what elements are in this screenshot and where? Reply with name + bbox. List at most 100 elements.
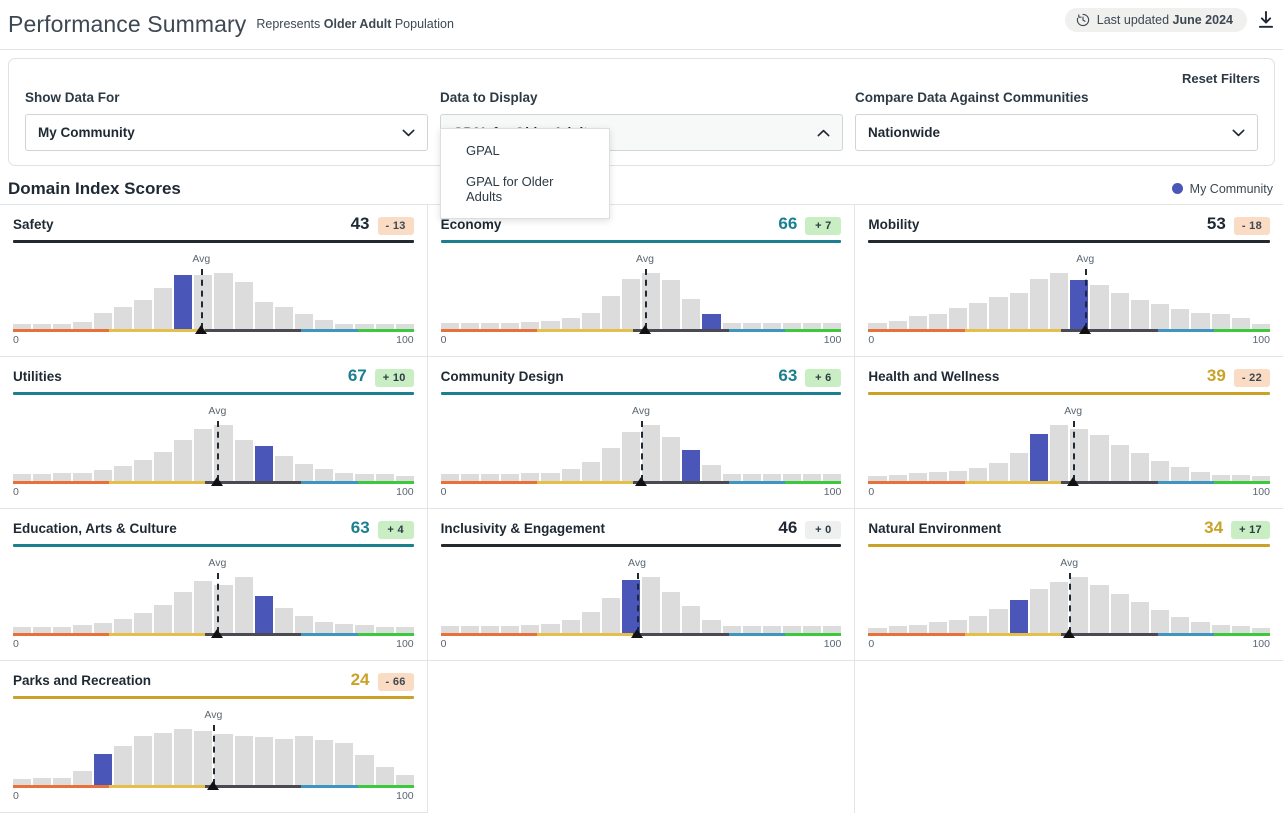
scale-segment (357, 481, 414, 484)
avg-marker-triangle (1063, 629, 1076, 638)
domain-card[interactable]: Utilities 67 + 10 Avg 0 100 (0, 357, 428, 509)
scale-segment (785, 329, 842, 332)
histogram-bar-my-community (254, 446, 273, 481)
domain-card[interactable]: Safety 43 - 13 Avg 0 100 (0, 205, 428, 357)
domain-card[interactable]: Inclusivity & Engagement 46 + 0 Avg 0 100 (427, 509, 856, 661)
axis-min: 0 (13, 334, 19, 346)
domain-rule (13, 696, 414, 699)
histogram-bar (682, 606, 701, 633)
section-header: Domain Index Scores My Community (0, 174, 1283, 200)
histogram-bar (1130, 300, 1149, 329)
reset-filters-link[interactable]: Reset Filters (1182, 71, 1260, 86)
histogram-bar (662, 437, 681, 481)
legend-dot-my-community (1171, 183, 1183, 194)
domain-name: Economy (440, 217, 502, 232)
domain-name: Community Design (440, 369, 564, 384)
histogram-bar (214, 273, 233, 329)
download-icon[interactable] (1257, 10, 1275, 30)
axis-max: 100 (396, 790, 414, 802)
histogram-bar (1110, 594, 1129, 633)
domain-card[interactable]: Parks and Recreation 24 - 66 Avg 0 100 (0, 661, 428, 813)
scale-segment (729, 329, 786, 332)
histogram-bar (702, 465, 721, 481)
domain-card-header: Education, Arts & Culture 63 + 4 (13, 518, 414, 539)
scale-segment (109, 329, 206, 332)
histogram-bar (581, 313, 600, 329)
domain-card[interactable]: Economy 66 + 7 Avg 0 100 (427, 205, 856, 357)
scale-segment (1213, 329, 1270, 332)
compare-against-label: Compare Data Against Communities (855, 90, 1089, 105)
page-subtitle-pre: Represents (256, 17, 324, 31)
last-updated-prefix: Last updated (1096, 13, 1173, 27)
avg-label: Avg (208, 557, 227, 569)
histogram-bar (1130, 602, 1149, 633)
avg-marker-triangle (1067, 477, 1080, 486)
domain-name: Safety (13, 217, 54, 232)
scale-segment (1157, 633, 1214, 636)
domain-name: Education, Arts & Culture (13, 521, 177, 536)
histogram-bar (1191, 472, 1210, 481)
domain-score: 53 (1206, 214, 1226, 233)
scale-segment (109, 481, 206, 484)
scale-segment (205, 785, 302, 788)
histogram-bar (1211, 625, 1230, 633)
compare-against-select[interactable]: Nationwide (855, 114, 1258, 151)
domain-card-header: Community Design 63 + 6 (441, 366, 842, 387)
scale-segment (357, 329, 414, 332)
histogram-bar (949, 471, 968, 481)
x-axis-labels: 0 100 (13, 790, 414, 802)
histogram-bars (13, 271, 414, 329)
histogram-bar (823, 626, 842, 633)
domain-card-header: Safety 43 - 13 (13, 214, 414, 235)
histogram-bar (1211, 314, 1230, 329)
histogram-bar (908, 316, 927, 329)
dropdown-option-gpal[interactable]: GPAL (441, 135, 609, 166)
histogram-bar (133, 736, 152, 785)
scale-segment (109, 785, 206, 788)
domain-card[interactable]: Natural Environment 34 + 17 Avg 0 100 (855, 509, 1283, 661)
domain-card-header: Utilities 67 + 10 (13, 366, 414, 387)
avg-marker-triangle (211, 477, 224, 486)
x-axis-labels: 0 100 (13, 334, 414, 346)
show-data-for-select[interactable]: My Community (25, 114, 428, 151)
histogram-bar-my-community (702, 314, 721, 329)
domain-delta-badge: - 22 (1233, 369, 1270, 387)
filter-data-to-display: Data to Display GPAL for Older Adults GP… (440, 90, 843, 219)
domain-card[interactable]: Community Design 63 + 6 Avg 0 100 (427, 357, 856, 509)
histogram-bars (440, 271, 842, 329)
domain-card[interactable]: Education, Arts & Culture 63 + 4 Avg 0 100 (0, 509, 428, 661)
domain-score: 46 (778, 518, 798, 537)
scale-segment (868, 481, 965, 484)
histogram-bar (722, 626, 741, 633)
histogram-bar (234, 282, 253, 329)
x-axis-labels: 0 100 (868, 486, 1270, 498)
domain-card[interactable]: Health and Wellness 39 - 22 Avg 0 100 (855, 357, 1283, 509)
histogram-bar (53, 473, 72, 481)
domain-card[interactable]: Mobility 53 - 18 Avg 0 100 (855, 205, 1283, 357)
scale-segment (440, 329, 537, 332)
histogram-bar (928, 472, 948, 481)
domain-delta-badge: - 66 (377, 673, 414, 691)
chevron-up-icon (817, 129, 830, 136)
histogram-bar-my-community (682, 450, 701, 481)
domain-rule (13, 544, 414, 547)
scale-segment (785, 481, 842, 484)
filter-show-data-for: Show Data For My Community (25, 90, 428, 151)
histogram-bar (601, 448, 620, 481)
dropdown-option-gpal-older-adults[interactable]: GPAL for Older Adults (441, 166, 609, 212)
scale-segment (536, 481, 633, 484)
axis-max: 100 (396, 334, 414, 346)
domain-rule (440, 240, 842, 243)
histogram-bar (73, 473, 92, 481)
domain-delta-badge: + 4 (377, 521, 414, 539)
empty-grid-cell (855, 661, 1283, 813)
avg-line (644, 269, 647, 329)
histogram-bar-my-community (93, 754, 112, 785)
axis-min: 0 (440, 486, 447, 498)
histogram-bar (234, 440, 253, 481)
page-title: Performance Summary (8, 11, 247, 37)
histogram-bar (1050, 425, 1069, 481)
domain-score: 43 (350, 214, 370, 233)
scale-segment (964, 633, 1062, 636)
histogram-bar (521, 322, 540, 329)
